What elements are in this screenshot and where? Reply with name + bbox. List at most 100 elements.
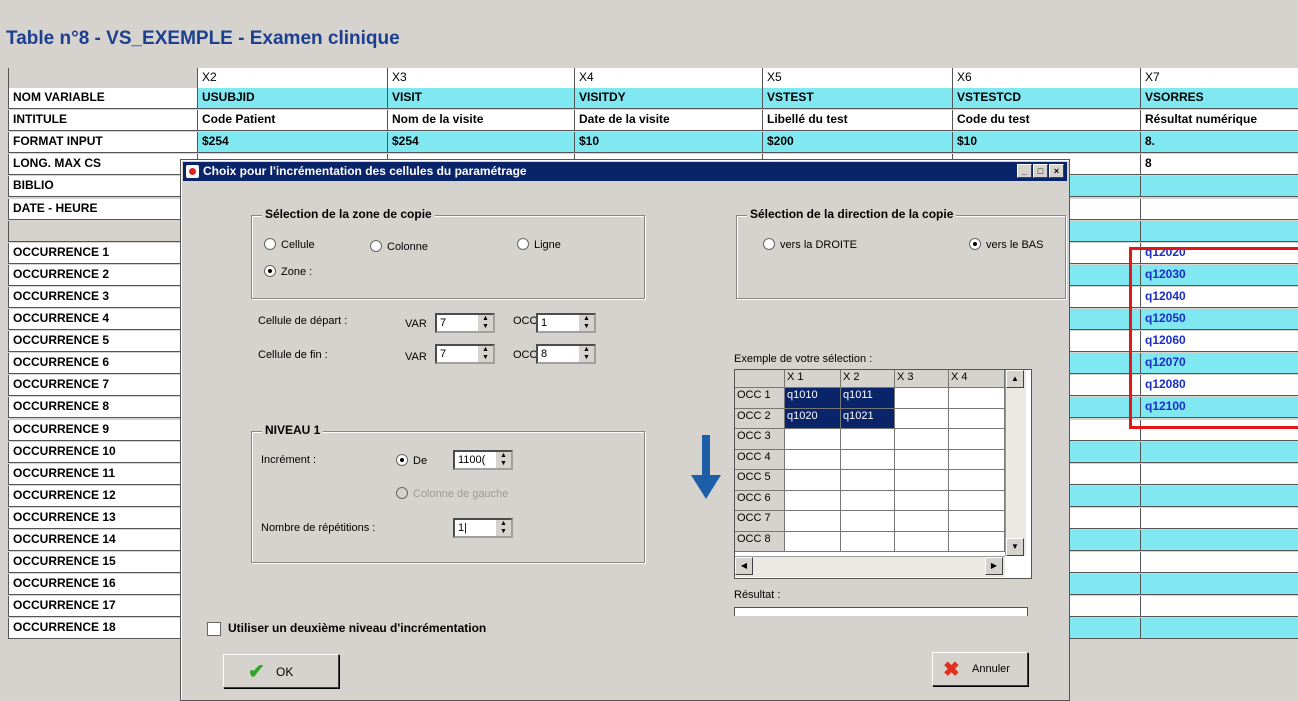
row-label[interactable]: OCCURRENCE 7 — [8, 375, 198, 397]
table-cell[interactable] — [1141, 485, 1298, 507]
column-header[interactable]: X5 — [763, 68, 953, 89]
row-label[interactable]: OCCURRENCE 9 — [8, 419, 198, 441]
radio-vers-bas[interactable]: vers le BAS — [969, 238, 1043, 251]
example-cell[interactable] — [841, 449, 895, 470]
example-cell[interactable] — [895, 429, 949, 450]
table-cell[interactable]: 8. — [1141, 132, 1298, 154]
example-cell[interactable] — [785, 511, 841, 532]
table-cell[interactable]: $10 — [575, 132, 763, 154]
row-label[interactable]: OCCURRENCE 3 — [8, 286, 198, 308]
table-cell[interactable] — [1141, 441, 1298, 463]
close-button[interactable]: × — [1049, 164, 1064, 178]
radio-cellule[interactable]: Cellule — [264, 238, 315, 251]
example-cell[interactable]: q1010 — [785, 388, 841, 409]
cancel-button[interactable]: ✖ Annuler — [932, 652, 1028, 686]
horizontal-scrollbar[interactable]: ◀ ▶ — [735, 556, 1005, 577]
scroll-up-icon[interactable]: ▲ — [1006, 370, 1024, 388]
end-var-stepper[interactable]: 7 ▲ ▼ — [435, 344, 495, 364]
example-cell[interactable] — [785, 429, 841, 450]
radio-vers-droite[interactable]: vers la DROITE — [763, 238, 857, 251]
column-header[interactable]: X4 — [575, 68, 763, 89]
stepper-arrows-icon[interactable]: ▲ ▼ — [478, 346, 493, 362]
example-cell[interactable] — [895, 490, 949, 511]
table-cell[interactable]: $200 — [763, 132, 953, 154]
example-cell[interactable] — [949, 490, 1005, 511]
table-cell[interactable]: Date de la visite — [575, 110, 763, 132]
stepper-arrows-icon[interactable]: ▲ ▼ — [496, 452, 511, 468]
example-row-header[interactable]: OCC 2 — [735, 408, 785, 429]
row-label[interactable]: OCCURRENCE 1 — [8, 242, 198, 264]
minimize-button[interactable]: _ — [1017, 164, 1032, 178]
example-cell[interactable] — [841, 490, 895, 511]
table-cell[interactable] — [1141, 198, 1298, 220]
radio-zone[interactable]: Zone : — [264, 265, 312, 278]
table-cell[interactable]: USUBJID — [198, 88, 388, 109]
table-cell[interactable] — [1141, 552, 1298, 574]
example-cell[interactable]: q1021 — [841, 408, 895, 429]
example-row-header[interactable]: OCC 8 — [735, 531, 785, 552]
start-occ-stepper[interactable]: 1 ▲ ▼ — [536, 313, 596, 333]
example-cell[interactable] — [841, 429, 895, 450]
row-label[interactable]: BIBLIO — [8, 176, 198, 198]
column-header[interactable]: X7 — [1141, 68, 1298, 89]
stepper-arrows-icon[interactable]: ▲ ▼ — [496, 520, 511, 536]
scroll-down-icon[interactable]: ▼ — [1006, 538, 1024, 556]
example-cell[interactable] — [841, 470, 895, 491]
maximize-button[interactable]: □ — [1033, 164, 1048, 178]
table-cell[interactable]: VSTESTCD — [953, 88, 1141, 109]
column-header[interactable]: X6 — [953, 68, 1141, 89]
example-cell[interactable] — [949, 429, 1005, 450]
table-cell[interactable]: Code du test — [953, 110, 1141, 132]
row-label[interactable]: LONG. MAX CS — [8, 154, 198, 176]
row-label[interactable]: OCCURRENCE 10 — [8, 441, 198, 463]
row-label[interactable]: OCCURRENCE 13 — [8, 507, 198, 529]
row-label[interactable] — [8, 220, 198, 242]
dialog-titlebar[interactable]: Choix pour l'incrémentation des cellules… — [183, 162, 1067, 181]
example-cell[interactable] — [949, 388, 1005, 409]
example-col-header[interactable]: X 4 — [949, 370, 1005, 388]
example-cell[interactable] — [949, 449, 1005, 470]
example-grid[interactable]: ▲ ▼ ◀ ▶ X 1X 2X 3X 4 OCC 1 q1010 q1011 OCC 2… — [734, 369, 1032, 579]
example-row-header[interactable]: OCC 7 — [735, 511, 785, 532]
second-level-checkbox[interactable] — [207, 622, 221, 636]
table-cell[interactable] — [1141, 530, 1298, 551]
example-cell[interactable] — [895, 511, 949, 532]
example-row-header[interactable]: OCC 5 — [735, 470, 785, 491]
table-cell[interactable]: Code Patient — [198, 110, 388, 132]
example-cell[interactable] — [785, 531, 841, 552]
table-cell[interactable]: VSTEST — [763, 88, 953, 109]
row-label[interactable]: OCCURRENCE 14 — [8, 530, 198, 551]
row-label[interactable]: FORMAT INPUT — [8, 132, 198, 154]
row-label[interactable]: OCCURRENCE 8 — [8, 397, 198, 419]
radio-ligne[interactable]: Ligne — [517, 238, 561, 251]
scroll-right-icon[interactable]: ▶ — [985, 557, 1003, 575]
example-row-header[interactable]: OCC 6 — [735, 490, 785, 511]
table-cell[interactable]: $254 — [198, 132, 388, 154]
table-cell[interactable] — [1141, 463, 1298, 485]
end-occ-stepper[interactable]: 8 ▲ ▼ — [536, 344, 596, 364]
row-label[interactable]: OCCURRENCE 15 — [8, 552, 198, 574]
example-cell[interactable] — [841, 511, 895, 532]
stepper-arrows-icon[interactable]: ▲ ▼ — [478, 315, 493, 331]
row-label[interactable]: OCCURRENCE 2 — [8, 264, 198, 286]
table-cell[interactable]: VISITDY — [575, 88, 763, 109]
example-cell[interactable]: q1020 — [785, 408, 841, 429]
row-label[interactable]: OCCURRENCE 12 — [8, 485, 198, 507]
example-row-header[interactable]: OCC 3 — [735, 429, 785, 450]
example-row-header[interactable]: OCC 4 — [735, 449, 785, 470]
de-stepper[interactable]: 1100(▲ ▼ — [453, 450, 513, 470]
table-cell[interactable] — [1141, 220, 1298, 242]
example-cell[interactable] — [785, 449, 841, 470]
example-cell[interactable] — [895, 408, 949, 429]
row-label[interactable]: OCCURRENCE 11 — [8, 463, 198, 485]
result-grid[interactable] — [734, 607, 1028, 616]
table-cell[interactable]: $10 — [953, 132, 1141, 154]
example-cell[interactable] — [949, 470, 1005, 491]
example-cell[interactable]: q1011 — [841, 388, 895, 409]
stepper-arrows-icon[interactable]: ▲ ▼ — [579, 346, 594, 362]
row-label[interactable]: OCCURRENCE 17 — [8, 596, 198, 618]
row-label[interactable]: DATE - HEURE — [8, 198, 198, 220]
table-cell[interactable]: Résultat numérique — [1141, 110, 1298, 132]
start-var-stepper[interactable]: 7 ▲ ▼ — [435, 313, 495, 333]
row-label[interactable]: NOM VARIABLE — [8, 88, 198, 109]
